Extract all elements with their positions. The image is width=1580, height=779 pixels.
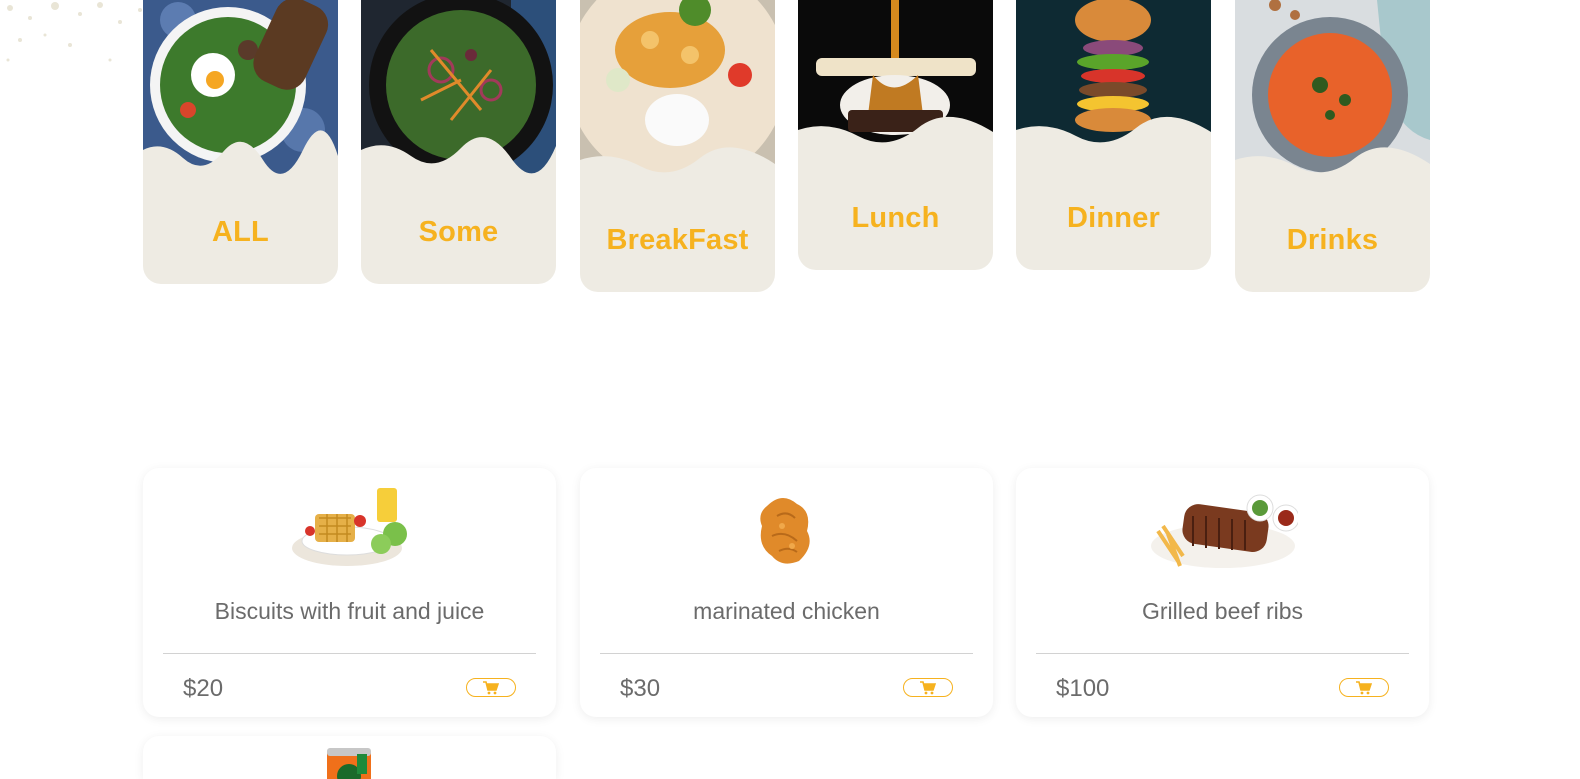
add-to-cart-button[interactable] [1339,678,1389,697]
rice-shrimp-plate-photo [580,0,775,190]
menu-item-name: Biscuits with fruit and juice [214,598,485,624]
tomato-soup-bowl-photo [1235,0,1430,190]
shopping-cart-icon [920,680,936,694]
category-card-breakfast[interactable]: BreakFast [580,0,775,292]
shopping-cart-icon [483,680,499,694]
category-card-drinks[interactable]: Drinks [1235,0,1430,292]
category-card-dinner[interactable]: Dinner [1016,0,1211,270]
category-row: ALL Some BreakFast Lunch Dinner Drinks [143,0,1435,300]
add-to-cart-button[interactable] [903,678,953,697]
menu-item-card[interactable]: marinated chicken $30 [580,468,993,717]
category-card-all[interactable]: ALL [143,0,338,284]
menu-item-card[interactable] [143,736,556,779]
menu-item-price: $100 [1056,675,1110,702]
stacked-burger-photo [1016,0,1211,160]
shopping-cart-icon [1356,680,1372,694]
waffles-fruit-juice-photo [143,486,556,576]
salad-egg-bread-photo [143,0,338,180]
beef-ribs-fries-photo [1016,486,1429,576]
menu-item-price: $20 [183,675,224,702]
menu-item-card[interactable]: Grilled beef ribs $100 [1016,468,1429,717]
category-label: Some [418,216,499,248]
category-card-lunch[interactable]: Lunch [798,0,993,270]
divider [1036,653,1409,654]
orange-can-photo [323,744,375,779]
divider [600,653,973,654]
fried-chicken-photo [580,486,993,576]
paper-texture-decoration [6,2,142,62]
category-label: ALL [212,216,269,248]
category-card-some[interactable]: Some [361,0,556,284]
menu-item-name: Grilled beef ribs [1141,598,1304,624]
category-label: BreakFast [606,224,749,256]
category-label: Dinner [1066,202,1161,234]
dark-salad-bowl-photo [361,0,556,180]
menu-item-card[interactable]: Biscuits with fruit and juice $20 [143,468,556,717]
category-label: Drinks [1286,224,1379,256]
menu-item-price: $30 [620,675,661,702]
ice-cream-caramel-photo [798,0,993,160]
divider [163,653,536,654]
category-label: Lunch [851,202,940,234]
add-to-cart-button[interactable] [466,678,516,697]
menu-item-name: marinated chicken [693,598,880,624]
